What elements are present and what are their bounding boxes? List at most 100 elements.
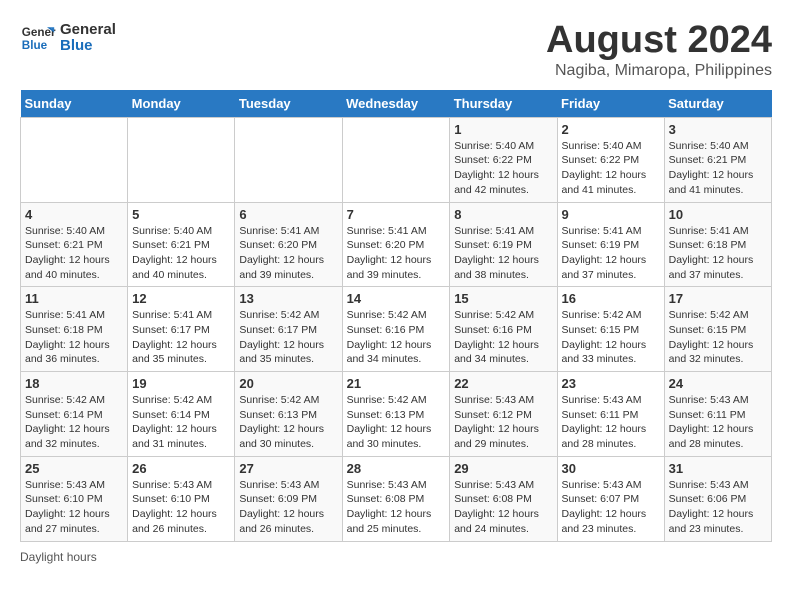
day-number: 3 — [669, 122, 767, 137]
day-cell: 10 Sunrise: 5:41 AM Sunset: 6:18 PM Dayli… — [664, 202, 771, 287]
day-cell: 4 Sunrise: 5:40 AM Sunset: 6:21 PM Daylig… — [21, 202, 128, 287]
day-info: Sunrise: 5:41 AM Sunset: 6:18 PM Dayligh… — [25, 308, 123, 367]
day-cell: 27 Sunrise: 5:43 AM Sunset: 6:09 PM Dayli… — [235, 456, 342, 541]
day-cell: 23 Sunrise: 5:43 AM Sunset: 6:11 PM Dayli… — [557, 372, 664, 457]
day-number: 5 — [132, 207, 230, 222]
day-cell — [21, 117, 128, 202]
day-info: Sunrise: 5:42 AM Sunset: 6:14 PM Dayligh… — [132, 393, 230, 452]
day-number: 29 — [454, 461, 552, 476]
day-info: Sunrise: 5:40 AM Sunset: 6:21 PM Dayligh… — [25, 224, 123, 283]
day-cell: 11 Sunrise: 5:41 AM Sunset: 6:18 PM Dayli… — [21, 287, 128, 372]
day-cell: 22 Sunrise: 5:43 AM Sunset: 6:12 PM Dayli… — [450, 372, 557, 457]
day-info: Sunrise: 5:42 AM Sunset: 6:13 PM Dayligh… — [239, 393, 337, 452]
day-cell: 3 Sunrise: 5:40 AM Sunset: 6:21 PM Daylig… — [664, 117, 771, 202]
day-info: Sunrise: 5:43 AM Sunset: 6:09 PM Dayligh… — [239, 478, 337, 537]
day-info: Sunrise: 5:41 AM Sunset: 6:19 PM Dayligh… — [562, 224, 660, 283]
day-info: Sunrise: 5:43 AM Sunset: 6:06 PM Dayligh… — [669, 478, 767, 537]
calendar-header: SundayMondayTuesdayWednesdayThursdayFrid… — [21, 90, 772, 118]
day-cell: 18 Sunrise: 5:42 AM Sunset: 6:14 PM Dayli… — [21, 372, 128, 457]
day-info: Sunrise: 5:43 AM Sunset: 6:10 PM Dayligh… — [132, 478, 230, 537]
calendar-table: SundayMondayTuesdayWednesdayThursdayFrid… — [20, 90, 772, 542]
day-info: Sunrise: 5:42 AM Sunset: 6:17 PM Dayligh… — [239, 308, 337, 367]
day-number: 25 — [25, 461, 123, 476]
day-cell: 6Sunrise: 5:41 AM Sunset: 6:20 PM Daylig… — [235, 202, 342, 287]
day-number: 24 — [669, 376, 767, 391]
logo-line2: Blue — [60, 38, 116, 55]
day-number: 12 — [132, 291, 230, 306]
day-cell: 7Sunrise: 5:41 AM Sunset: 6:20 PM Daylig… — [342, 202, 450, 287]
day-info: Sunrise: 5:43 AM Sunset: 6:07 PM Dayligh… — [562, 478, 660, 537]
day-number: 28 — [347, 461, 446, 476]
day-info: Sunrise: 5:41 AM Sunset: 6:20 PM Dayligh… — [239, 224, 337, 283]
day-number: 18 — [25, 376, 123, 391]
header: General Blue General Blue August 2024 Na… — [20, 20, 772, 80]
day-number: 17 — [669, 291, 767, 306]
day-info: Sunrise: 5:42 AM Sunset: 6:15 PM Dayligh… — [669, 308, 767, 367]
day-cell: 25 Sunrise: 5:43 AM Sunset: 6:10 PM Dayli… — [21, 456, 128, 541]
day-number: 2 — [562, 122, 660, 137]
header-cell-tuesday: Tuesday — [235, 90, 342, 118]
day-cell: 21 Sunrise: 5:42 AM Sunset: 6:13 PM Dayli… — [342, 372, 450, 457]
week-row-5: 25 Sunrise: 5:43 AM Sunset: 6:10 PM Dayli… — [21, 456, 772, 541]
day-info: Sunrise: 5:43 AM Sunset: 6:12 PM Dayligh… — [454, 393, 552, 452]
day-number: 27 — [239, 461, 337, 476]
day-info: Sunrise: 5:40 AM Sunset: 6:21 PM Dayligh… — [132, 224, 230, 283]
day-number: 22 — [454, 376, 552, 391]
day-cell: 29 Sunrise: 5:43 AM Sunset: 6:08 PM Dayli… — [450, 456, 557, 541]
day-cell: 15Sunrise: 5:42 AM Sunset: 6:16 PM Dayli… — [450, 287, 557, 372]
day-number: 19 — [132, 376, 230, 391]
day-number: 11 — [25, 291, 123, 306]
title-section: August 2024 Nagiba, Mimaropa, Philippine… — [546, 20, 772, 80]
day-info: Sunrise: 5:40 AM Sunset: 6:22 PM Dayligh… — [562, 139, 660, 198]
day-number: 30 — [562, 461, 660, 476]
day-info: Sunrise: 5:43 AM Sunset: 6:08 PM Dayligh… — [454, 478, 552, 537]
day-cell: 12 Sunrise: 5:41 AM Sunset: 6:17 PM Dayli… — [128, 287, 235, 372]
day-number: 9 — [562, 207, 660, 222]
header-cell-sunday: Sunday — [21, 90, 128, 118]
day-cell — [342, 117, 450, 202]
logo: General Blue General Blue — [20, 20, 116, 56]
day-number: 31 — [669, 461, 767, 476]
day-cell — [128, 117, 235, 202]
day-cell: 24 Sunrise: 5:43 AM Sunset: 6:11 PM Dayli… — [664, 372, 771, 457]
day-number: 23 — [562, 376, 660, 391]
day-info: Sunrise: 5:41 AM Sunset: 6:20 PM Dayligh… — [347, 224, 446, 283]
header-cell-friday: Friday — [557, 90, 664, 118]
header-cell-wednesday: Wednesday — [342, 90, 450, 118]
day-number: 1 — [454, 122, 552, 137]
day-info: Sunrise: 5:41 AM Sunset: 6:18 PM Dayligh… — [669, 224, 767, 283]
day-number: 21 — [347, 376, 446, 391]
day-info: Sunrise: 5:42 AM Sunset: 6:14 PM Dayligh… — [25, 393, 123, 452]
day-cell: 9 Sunrise: 5:41 AM Sunset: 6:19 PM Daylig… — [557, 202, 664, 287]
day-info: Sunrise: 5:43 AM Sunset: 6:08 PM Dayligh… — [347, 478, 446, 537]
week-row-1: 1 Sunrise: 5:40 AM Sunset: 6:22 PM Daylig… — [21, 117, 772, 202]
day-cell: 16Sunrise: 5:42 AM Sunset: 6:15 PM Dayli… — [557, 287, 664, 372]
day-number: 13 — [239, 291, 337, 306]
day-cell: 20 Sunrise: 5:42 AM Sunset: 6:13 PM Dayli… — [235, 372, 342, 457]
day-info: Sunrise: 5:42 AM Sunset: 6:13 PM Dayligh… — [347, 393, 446, 452]
day-info: Sunrise: 5:40 AM Sunset: 6:21 PM Dayligh… — [669, 139, 767, 198]
day-info: Sunrise: 5:42 AM Sunset: 6:16 PM Dayligh… — [454, 308, 552, 367]
day-cell: 26 Sunrise: 5:43 AM Sunset: 6:10 PM Dayli… — [128, 456, 235, 541]
footer-note: Daylight hours — [20, 550, 772, 564]
week-row-2: 4 Sunrise: 5:40 AM Sunset: 6:21 PM Daylig… — [21, 202, 772, 287]
day-number: 10 — [669, 207, 767, 222]
day-info: Sunrise: 5:43 AM Sunset: 6:10 PM Dayligh… — [25, 478, 123, 537]
day-cell: 19 Sunrise: 5:42 AM Sunset: 6:14 PM Dayli… — [128, 372, 235, 457]
day-info: Sunrise: 5:41 AM Sunset: 6:19 PM Dayligh… — [454, 224, 552, 283]
day-cell — [235, 117, 342, 202]
day-cell: 1Sunrise: 5:40 AM Sunset: 6:22 PM Daylig… — [450, 117, 557, 202]
calendar-title: August 2024 — [546, 20, 772, 62]
day-cell: 13 Sunrise: 5:42 AM Sunset: 6:17 PM Dayli… — [235, 287, 342, 372]
day-cell: 5 Sunrise: 5:40 AM Sunset: 6:21 PM Daylig… — [128, 202, 235, 287]
day-info: Sunrise: 5:43 AM Sunset: 6:11 PM Dayligh… — [669, 393, 767, 452]
day-number: 26 — [132, 461, 230, 476]
day-number: 4 — [25, 207, 123, 222]
day-info: Sunrise: 5:43 AM Sunset: 6:11 PM Dayligh… — [562, 393, 660, 452]
day-info: Sunrise: 5:41 AM Sunset: 6:17 PM Dayligh… — [132, 308, 230, 367]
day-number: 20 — [239, 376, 337, 391]
day-cell: 14Sunrise: 5:42 AM Sunset: 6:16 PM Dayli… — [342, 287, 450, 372]
logo-icon: General Blue — [20, 20, 56, 56]
day-number: 16 — [562, 291, 660, 306]
day-cell: 30 Sunrise: 5:43 AM Sunset: 6:07 PM Dayli… — [557, 456, 664, 541]
